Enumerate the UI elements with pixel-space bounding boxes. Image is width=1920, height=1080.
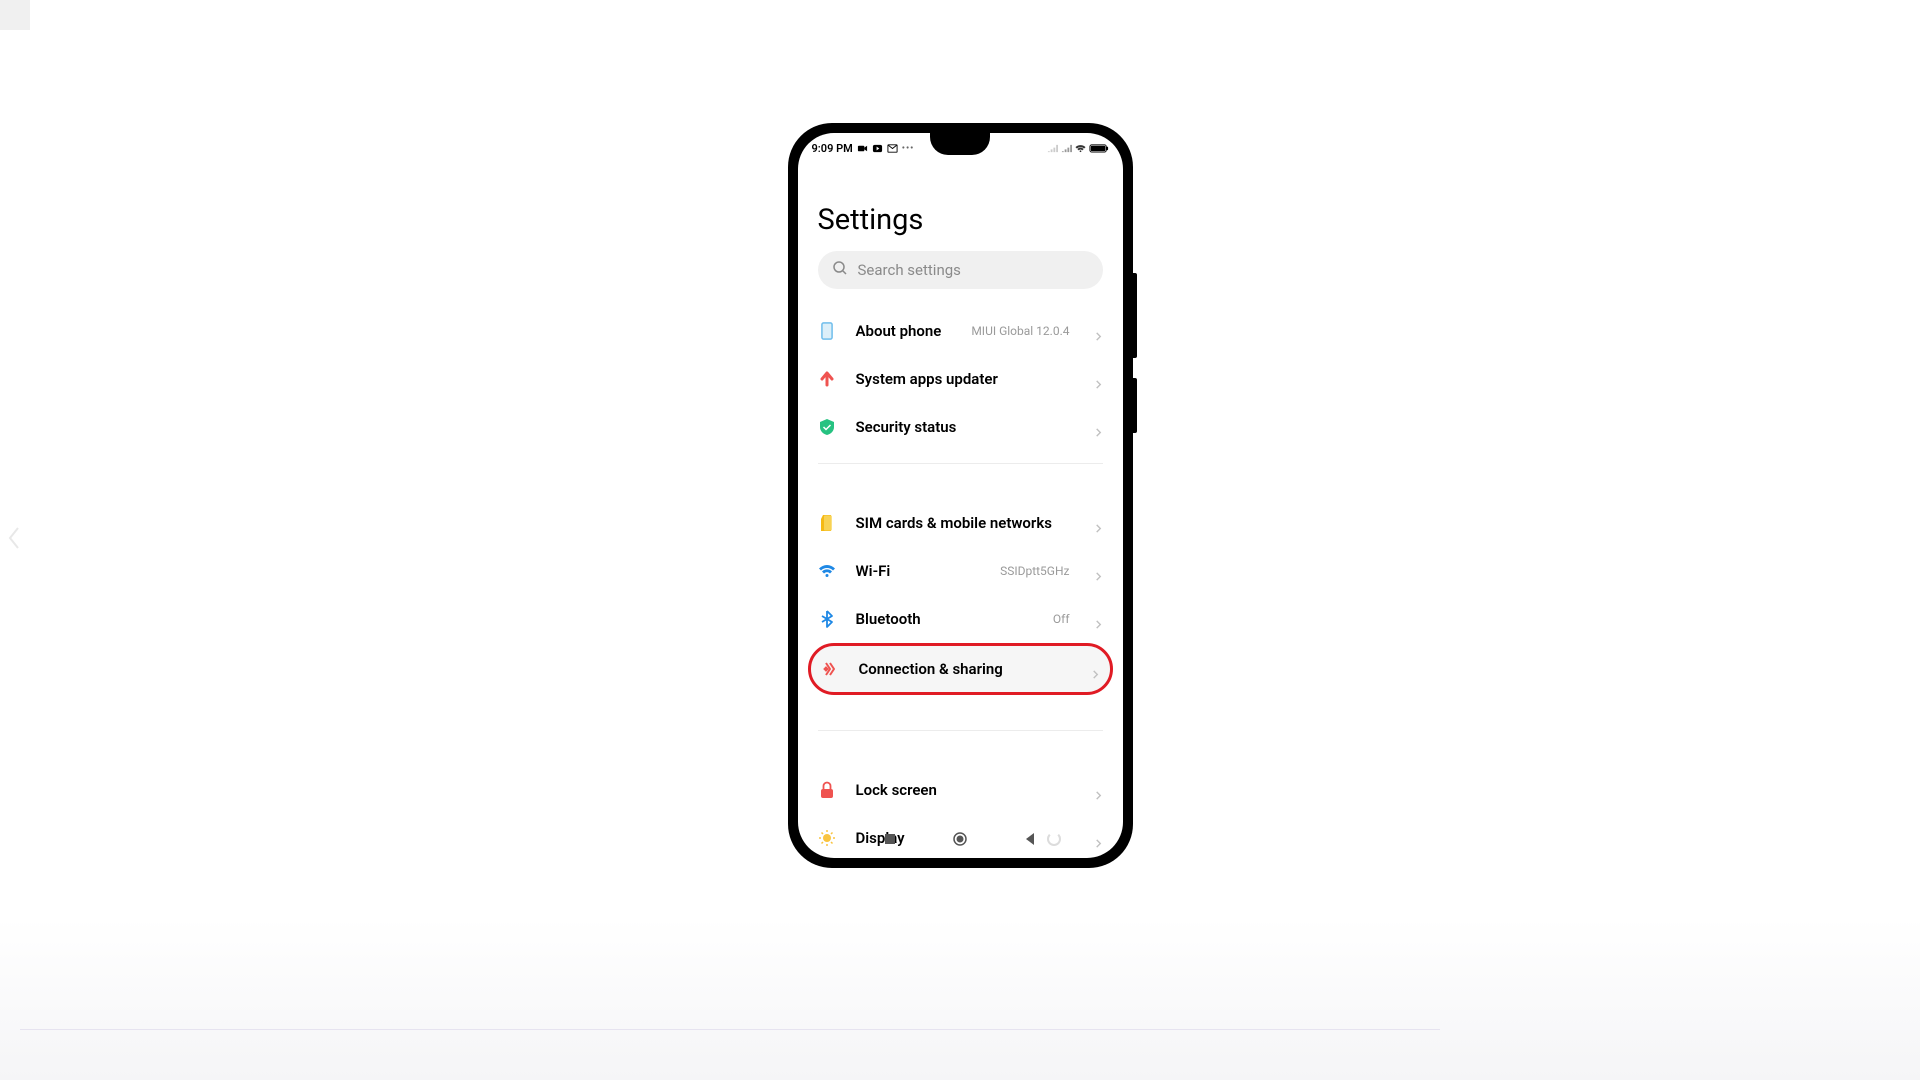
settings-item-security-status[interactable]: Security status bbox=[798, 403, 1123, 451]
chevron-right-icon bbox=[1094, 422, 1103, 431]
settings-item-secondary: Off bbox=[1053, 612, 1070, 626]
settings-item-label: Lock screen bbox=[856, 781, 1074, 799]
settings-item-system-apps-updater[interactable]: System apps updater bbox=[798, 355, 1123, 403]
settings-item-bluetooth[interactable]: Bluetooth Off bbox=[798, 595, 1123, 643]
settings-item-secondary: MIUI Global 12.0.4 bbox=[971, 324, 1069, 338]
gmail-icon bbox=[887, 143, 898, 154]
video-recording-icon bbox=[857, 143, 868, 154]
browser-tab-stub bbox=[0, 0, 30, 30]
settings-item-wifi[interactable]: Wi-Fi SSIDptt5GHz bbox=[798, 547, 1123, 595]
settings-item-label: Security status bbox=[856, 418, 1074, 436]
settings-item-about-phone[interactable]: About phone MIUI Global 12.0.4 bbox=[798, 307, 1123, 355]
signal-1-icon bbox=[1047, 143, 1058, 154]
battery-icon bbox=[1089, 143, 1109, 154]
settings-item-secondary: SSIDptt5GHz bbox=[1000, 564, 1069, 578]
search-icon bbox=[832, 260, 848, 280]
connection-sharing-icon bbox=[821, 660, 839, 678]
chevron-right-icon bbox=[1094, 374, 1103, 383]
loading-spinner-icon bbox=[1047, 832, 1061, 846]
search-input[interactable]: Search settings bbox=[818, 251, 1103, 289]
settings-item-sim-cards[interactable]: SIM cards & mobile networks bbox=[798, 499, 1123, 547]
chevron-right-icon bbox=[1094, 566, 1103, 575]
settings-item-connection-sharing[interactable]: Connection & sharing bbox=[808, 643, 1113, 695]
signal-2-icon bbox=[1061, 143, 1072, 154]
phone-screen: 9:09 PM ••• Settings Search settings bbox=[798, 133, 1123, 858]
decorative-line bbox=[20, 1029, 1440, 1030]
divider bbox=[818, 730, 1103, 731]
recents-button[interactable] bbox=[882, 831, 898, 847]
search-placeholder: Search settings bbox=[858, 261, 961, 279]
chevron-right-icon bbox=[1094, 614, 1103, 623]
chevron-right-icon bbox=[1094, 785, 1103, 794]
settings-item-label: System apps updater bbox=[856, 370, 1074, 388]
page-title: Settings bbox=[798, 161, 1123, 251]
phone-outline-icon bbox=[818, 322, 836, 340]
home-button[interactable] bbox=[952, 831, 968, 847]
phone-notch bbox=[930, 133, 990, 155]
phone-device-frame: 9:09 PM ••• Settings Search settings bbox=[788, 123, 1133, 868]
settings-item-label: About phone bbox=[856, 322, 952, 340]
status-time: 9:09 PM bbox=[812, 142, 853, 155]
chevron-right-icon bbox=[1094, 518, 1103, 527]
settings-item-label: Wi-Fi bbox=[856, 562, 981, 580]
more-notifications-icon: ••• bbox=[902, 144, 915, 154]
android-nav-bar bbox=[798, 824, 1123, 854]
youtube-icon bbox=[872, 143, 883, 154]
settings-list: About phone MIUI Global 12.0.4 System ap… bbox=[798, 307, 1123, 858]
wifi-status-icon bbox=[1075, 143, 1086, 154]
divider bbox=[818, 463, 1103, 464]
settings-item-label: Connection & sharing bbox=[859, 660, 1071, 678]
chevron-right-icon bbox=[1094, 326, 1103, 335]
lock-icon bbox=[818, 781, 836, 799]
chevron-right-icon bbox=[1091, 664, 1100, 673]
settings-item-label: Bluetooth bbox=[856, 610, 1033, 628]
shield-check-icon bbox=[818, 418, 836, 436]
bluetooth-icon bbox=[818, 610, 836, 628]
wifi-icon bbox=[818, 562, 836, 580]
upload-arrow-icon bbox=[818, 370, 836, 388]
carousel-prev-icon[interactable] bbox=[6, 524, 22, 556]
settings-item-lock-screen[interactable]: Lock screen bbox=[798, 766, 1123, 814]
settings-item-label: SIM cards & mobile networks bbox=[856, 514, 1074, 532]
back-button[interactable] bbox=[1022, 831, 1038, 847]
sim-card-icon bbox=[818, 514, 836, 532]
